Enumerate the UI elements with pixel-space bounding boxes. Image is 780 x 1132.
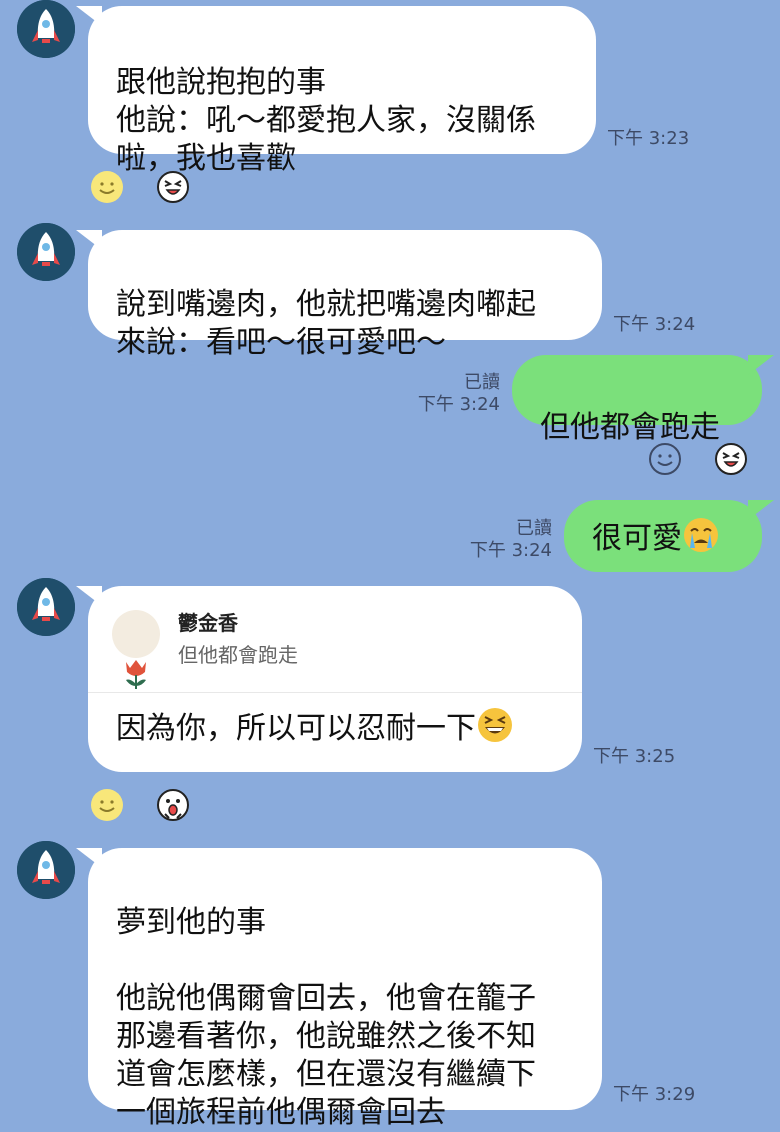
avatar[interactable] — [17, 841, 75, 899]
laughing-face-icon[interactable] — [156, 170, 190, 204]
rocket-icon — [17, 841, 75, 899]
message-text: 夢到他的事 他說他偶爾會回去，他會在籠子 那邊看著你，他說雖然之後不知 道會怎麼… — [116, 905, 536, 1130]
laughing-face-icon[interactable] — [714, 442, 748, 476]
rocket-icon — [17, 578, 75, 636]
reply-text-line: 因為你，所以可以忍耐一下 — [116, 706, 514, 748]
read-receipt: 已讀 下午 3:24 — [452, 518, 552, 562]
avatar[interactable] — [17, 0, 75, 58]
message-timestamp: 下午 3:25 — [593, 746, 676, 767]
message-text: 跟他說抱抱的事 他說：吼～都愛抱人家，沒關係 啦，我也喜歡 — [116, 65, 536, 176]
message-bubble[interactable]: 跟他說抱抱的事 他說：吼～都愛抱人家，沒關係 啦，我也喜歡 — [76, 6, 596, 176]
grinning-squint-face-icon — [478, 708, 512, 742]
message-timestamp: 下午 3:24 — [613, 314, 696, 335]
message-bubble[interactable]: 很可愛 — [564, 500, 774, 572]
rocket-icon — [17, 0, 75, 58]
message-text: 但他都會跑走 — [540, 410, 720, 445]
avatar[interactable] — [17, 223, 75, 281]
avatar[interactable] — [17, 578, 75, 636]
reply-message-bubble[interactable]: 鬱金香 但他都會跑走 因為你，所以可以忍耐一下 — [76, 586, 582, 772]
message-text: 因為你，所以可以忍耐一下 — [116, 711, 476, 746]
read-label: 已讀 — [516, 518, 552, 539]
message-timestamp: 下午 3:23 — [607, 128, 690, 149]
message-bubble[interactable]: 說到嘴邊肉，他就把嘴邊肉嘟起 來說：看吧～很可愛吧～ — [76, 230, 602, 360]
crying-face-icon — [684, 518, 718, 552]
read-receipt: 已讀 下午 3:24 — [400, 372, 500, 416]
shocked-face-icon[interactable] — [156, 788, 190, 822]
quoted-text: 但他都會跑走 — [178, 643, 298, 667]
message-text: 說到嘴邊肉，他就把嘴邊肉嘟起 來說：看吧～很可愛吧～ — [116, 287, 536, 360]
message-bubble[interactable]: 夢到他的事 他說他偶爾會回去，他會在籠子 那邊看著你，他說雖然之後不知 道會怎麼… — [76, 848, 602, 1130]
rocket-icon — [17, 223, 75, 281]
smile-icon[interactable] — [90, 788, 124, 822]
quoted-sender-name: 鬱金香 — [178, 611, 238, 635]
smile-icon[interactable] — [90, 170, 124, 204]
message-timestamp: 下午 3:24 — [469, 540, 552, 561]
message-bubble[interactable]: 但他都會跑走 — [512, 355, 774, 445]
tulip-icon — [112, 610, 160, 689]
message-timestamp: 下午 3:29 — [613, 1084, 696, 1105]
quoted-message[interactable]: 鬱金香 但他都會跑走 — [88, 586, 582, 693]
message-text: 很可愛 — [592, 521, 682, 556]
smile-outline-icon[interactable] — [648, 442, 682, 476]
read-label: 已讀 — [464, 372, 500, 393]
message-timestamp: 下午 3:24 — [417, 394, 500, 415]
